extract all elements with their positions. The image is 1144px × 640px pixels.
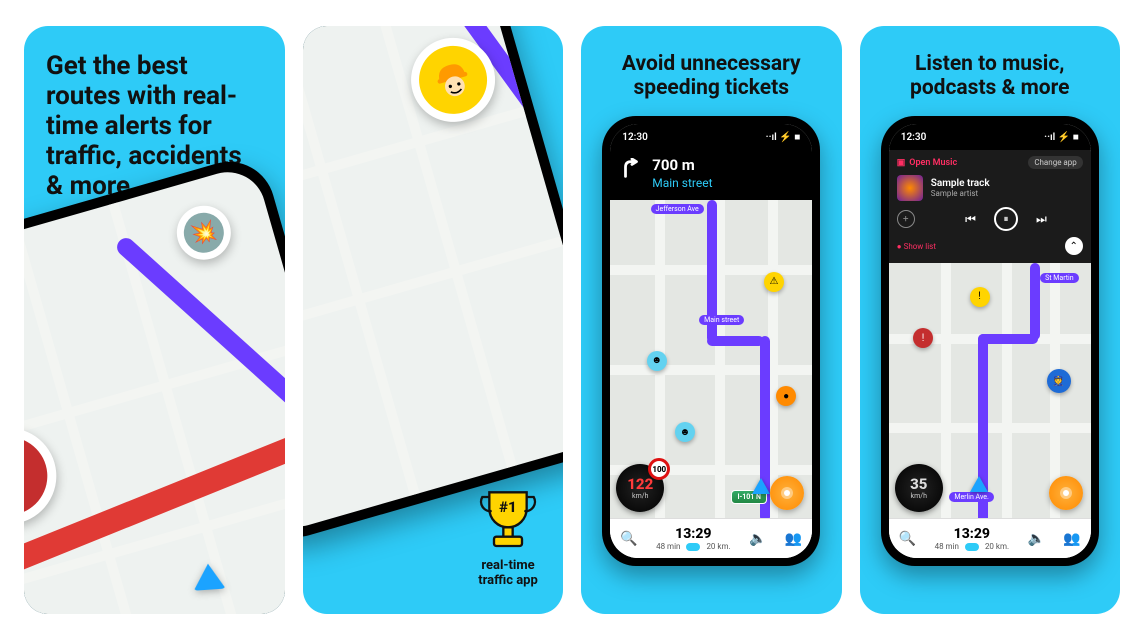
construction-worker-icon (411, 38, 495, 122)
add-track-button[interactable]: + (897, 210, 915, 228)
album-art-icon (897, 175, 923, 201)
music-player-panel: ▣ Open Music Change app Sample track Sam… (889, 150, 1091, 263)
slide-1: Get the best routes with real-time alert… (24, 26, 285, 614)
current-speed: 122 (627, 477, 653, 492)
music-provider[interactable]: ▣ Open Music (897, 158, 957, 168)
nav-cursor-icon (192, 563, 226, 591)
wazer-avatar-icon[interactable]: ☻ (647, 351, 667, 371)
phone-mock: 12:30 ··ıl ⚡ ■ ▣ Open Music Change app (881, 116, 1099, 566)
street-label: St Martin (1040, 273, 1079, 283)
slide-3: Avoid unnecessary speeding tickets 12:30… (581, 26, 842, 614)
carpool-icon[interactable]: 👥 (1063, 531, 1080, 547)
eta-time: 13:29 (935, 526, 1010, 542)
eta-distance: 20 km. (985, 542, 1009, 551)
route-chip-icon (965, 543, 979, 551)
slide-4-title: Listen to music, podcasts & more (860, 26, 1121, 100)
hazard-pin-traffic (24, 417, 68, 536)
search-icon[interactable]: 🔍 (899, 531, 916, 547)
wazer-avatar-icon[interactable]: ☻ (675, 422, 695, 442)
trophy-icon: #1 (473, 483, 543, 553)
eta-panel[interactable]: 13:29 48 min 20 km. (656, 526, 731, 551)
hazard-pin[interactable]: ● (776, 386, 796, 406)
status-time: 12:30 (622, 132, 648, 143)
eta-time: 13:29 (656, 526, 731, 542)
slide-3-title: Avoid unnecessary speeding tickets (581, 26, 842, 100)
app-store-screenshot-gallery: Get the best routes with real-time alert… (0, 0, 1144, 640)
eta-mins: 48 min (656, 542, 680, 551)
hazard-pin[interactable]: ! (970, 287, 990, 307)
hazard-pin[interactable]: ! (913, 328, 933, 348)
speedometer-widget[interactable]: 35 km/h (895, 464, 943, 512)
route-chip-icon (686, 543, 700, 551)
report-button[interactable] (770, 476, 804, 510)
change-app-button[interactable]: Change app (1028, 156, 1082, 169)
search-icon[interactable]: 🔍 (620, 531, 637, 547)
nav-cursor-icon (970, 476, 988, 492)
current-speed: 35 (910, 477, 927, 492)
status-time: 12:30 (901, 132, 927, 143)
eta-mins: 48 min (935, 542, 959, 551)
nav-cursor-icon (752, 478, 770, 494)
svg-text:#1: #1 (499, 499, 517, 517)
nav-street: Main street (652, 176, 712, 190)
police-pin-icon[interactable]: 👮 (1047, 369, 1071, 393)
map-view[interactable]: Jefferson Ave Main street ☻ ☻ ⚠ ● I-101 … (610, 200, 812, 558)
track-artist: Sample artist (931, 189, 990, 198)
phone-notch (664, 124, 758, 146)
hazard-pin[interactable]: ⚠ (764, 272, 784, 292)
collapse-button[interactable]: ⌃ (1065, 237, 1083, 255)
slide-4: Listen to music, podcasts & more 12:30 ·… (860, 26, 1121, 614)
sound-icon[interactable]: 🔈 (1027, 531, 1044, 547)
status-indicators-icon: ··ıl ⚡ ■ (766, 132, 801, 143)
prev-track-button[interactable]: ⏮ (965, 212, 976, 227)
street-label: Jefferson Ave (651, 204, 704, 214)
report-icon (1057, 484, 1075, 502)
sound-icon[interactable]: 🔈 (749, 531, 766, 547)
trophy-caption: real-time traffic app (478, 559, 538, 588)
report-button[interactable] (1049, 476, 1083, 510)
eta-distance: 20 km. (706, 542, 730, 551)
music-app-icon: ▣ (897, 158, 906, 168)
track-title: Sample track (931, 178, 990, 189)
phone-mock: 12:30 ··ıl ⚡ ■ 700 m Main street (602, 116, 820, 566)
next-track-button[interactable]: ⏭ (1036, 212, 1047, 227)
nav-distance: 700 m (652, 156, 712, 174)
show-list-button[interactable]: ● Show list (897, 242, 936, 251)
street-label: Merlin Ave. (949, 492, 994, 502)
status-indicators-icon: ··ıl ⚡ ■ (1044, 132, 1079, 143)
street-label: Main street (699, 315, 744, 325)
nav-direction-panel[interactable]: 700 m Main street (610, 150, 812, 200)
trophy-badge: #1 real-time traffic app (473, 483, 543, 588)
play-pause-button[interactable]: ⏸ (994, 207, 1018, 231)
speed-unit: km/h (911, 492, 927, 500)
carpool-icon[interactable]: 👥 (785, 531, 802, 547)
map-view[interactable]: St Martin Merlin Ave. ! ! 👮 35 km/h (889, 263, 1091, 558)
map-screen: 💥 (24, 163, 285, 614)
phone-notch (943, 124, 1037, 146)
traffic-icon (24, 428, 57, 524)
map-screen (303, 26, 564, 536)
phone-mock-tilted: 💥 (24, 151, 285, 614)
speed-limit-sign: 100 (648, 458, 670, 480)
slide-2: #1 real-time traffic app (303, 26, 564, 614)
hazard-pin-crash: 💥 (170, 199, 237, 266)
turn-right-arrow-icon (620, 158, 642, 180)
report-icon (778, 484, 796, 502)
eta-panel[interactable]: 13:29 48 min 20 km. (935, 526, 1010, 551)
phone-mock-tilted (303, 26, 564, 548)
crash-icon: 💥 (179, 208, 228, 257)
speed-unit: km/h (632, 492, 648, 500)
